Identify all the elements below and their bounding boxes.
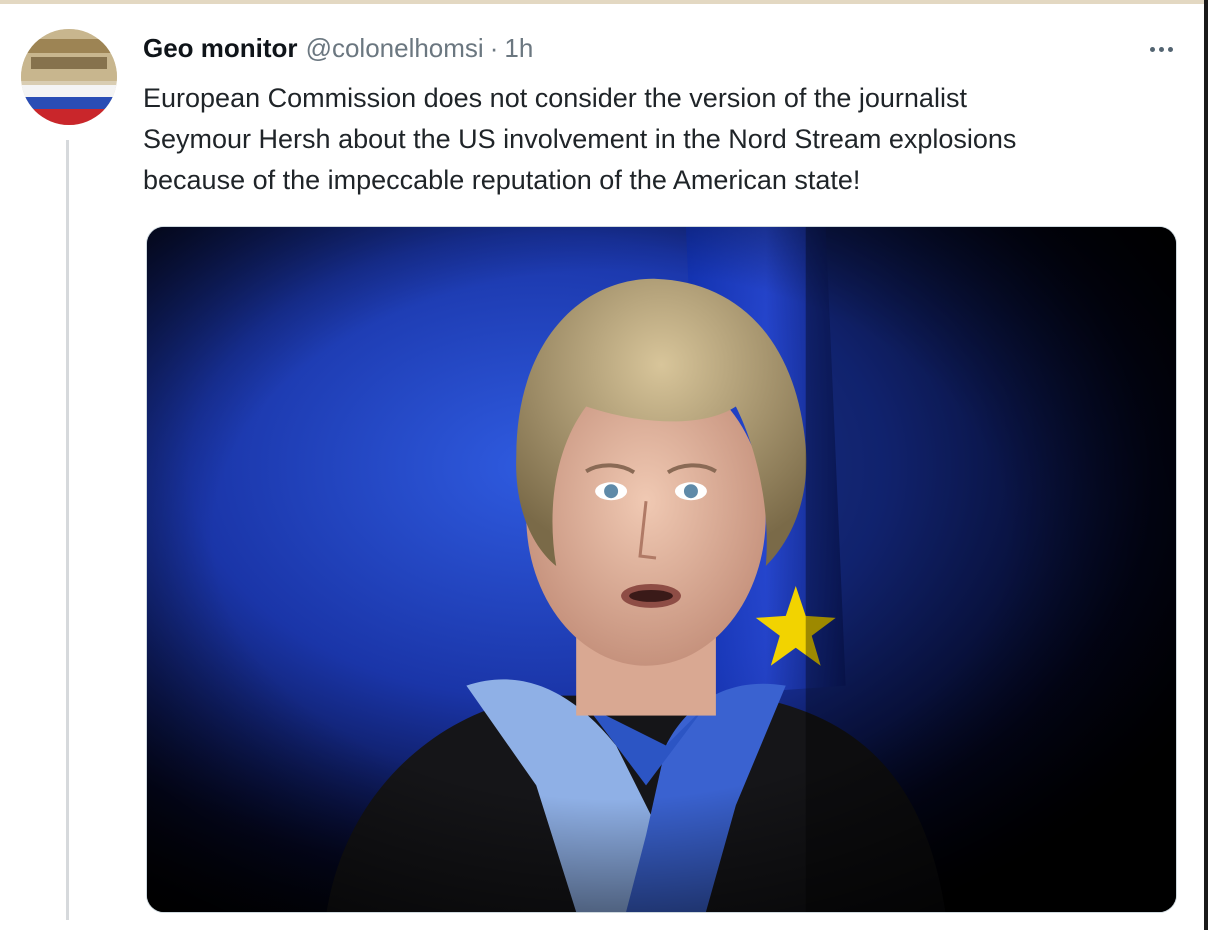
photo-portrait xyxy=(147,227,1176,912)
tweet-media-image[interactable] xyxy=(146,226,1177,913)
tweet-text: European Commission does not consider th… xyxy=(143,78,1183,201)
tweet-time[interactable]: 1h xyxy=(504,33,533,64)
tweet-text-line: Seymour Hersh about the US involvement i… xyxy=(143,124,1017,154)
author-handle[interactable]: @colonelhomsi xyxy=(306,33,484,64)
more-options-button[interactable] xyxy=(1141,34,1181,64)
tweet-header: Geo monitor @colonelhomsi · 1h xyxy=(143,30,533,66)
tweet-text-line: because of the impeccable reputation of … xyxy=(143,165,861,195)
window-top-border xyxy=(0,0,1208,4)
tweet-text-line: European Commission does not consider th… xyxy=(143,83,967,113)
author-name[interactable]: Geo monitor xyxy=(143,33,298,64)
more-horizontal-icon xyxy=(1148,46,1175,52)
author-avatar[interactable] xyxy=(21,29,117,125)
window-right-edge xyxy=(1204,0,1208,930)
avatar-image xyxy=(21,29,117,125)
thread-line xyxy=(66,140,69,920)
separator-dot: · xyxy=(489,32,499,63)
